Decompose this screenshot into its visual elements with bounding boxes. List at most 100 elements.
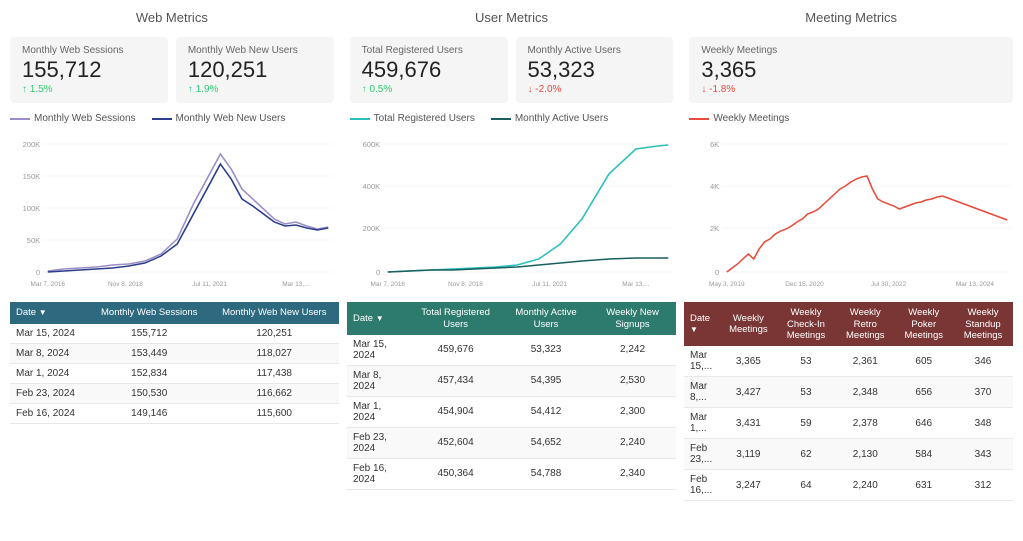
dashboard: Web Metrics Monthly Web Sessions 155,712…	[0, 0, 1023, 541]
table-cell: 150,530	[89, 383, 210, 403]
weekly-meetings-value: 3,365	[701, 58, 1001, 82]
table-cell: 64	[776, 470, 836, 501]
table-cell: 312	[953, 470, 1013, 501]
meeting-date-sort-icon[interactable]: ▼	[690, 325, 698, 334]
meeting-col-date: Date ▼	[684, 302, 721, 346]
total-users-value: 459,676	[362, 58, 496, 82]
table-cell: 605	[894, 346, 953, 377]
tables-row: Date ▼ Monthly Web Sessions Monthly Web …	[10, 302, 1013, 501]
meeting-col-weekly: Weekly Meetings	[721, 302, 776, 346]
svg-text:Jul 11, 2021: Jul 11, 2021	[532, 281, 567, 288]
table-cell: 54,395	[503, 365, 589, 396]
svg-text:Dec 15, 2020: Dec 15, 2020	[786, 281, 825, 288]
user-chart-area: 600K 400K 200K 0 Mar 7, 2016 Nov 8, 2018…	[350, 134, 674, 294]
date-sort-icon[interactable]: ▼	[39, 308, 47, 317]
meeting-col-checkin: Weekly Check-In Meetings	[776, 302, 836, 346]
web-new-users-label: Monthly Web New Users	[188, 45, 322, 56]
active-users-card: Monthly Active Users 53,323 ↓ -2.0%	[516, 37, 674, 103]
table-cell: 54,788	[503, 458, 589, 489]
web-sessions-value: 155,712	[22, 58, 156, 82]
svg-text:150K: 150K	[23, 172, 41, 181]
svg-text:2K: 2K	[710, 224, 719, 233]
table-cell: 118,027	[210, 343, 339, 363]
table-cell: Mar 1, 2024	[10, 363, 89, 383]
meeting-metrics-panel: Meeting Metrics Weekly Meetings 3,365 ↓ …	[689, 10, 1013, 294]
table-cell: 53	[776, 377, 836, 408]
table-cell: 149,146	[89, 403, 210, 423]
table-cell: 53	[776, 346, 836, 377]
meeting-col-poker: Weekly Poker Meetings	[894, 302, 953, 346]
table-row: Mar 8, 2024153,449118,027	[10, 343, 339, 363]
table-cell: 117,438	[210, 363, 339, 383]
table-row: Mar 1, 2024454,90454,4122,300	[347, 396, 676, 427]
table-cell: 2,361	[836, 346, 894, 377]
user-legend-total-line	[350, 118, 370, 120]
web-col-new-users: Monthly Web New Users	[210, 302, 339, 323]
svg-text:50K: 50K	[27, 236, 41, 245]
total-users-label: Total Registered Users	[362, 45, 496, 56]
svg-text:Mar 7, 2016: Mar 7, 2016	[370, 281, 405, 288]
table-cell: Mar 15, 2024	[347, 335, 408, 366]
table-cell: 2,240	[589, 427, 676, 458]
table-cell: 54,412	[503, 396, 589, 427]
svg-text:Mar 13,...: Mar 13,...	[282, 281, 310, 288]
table-cell: 3,247	[721, 470, 776, 501]
total-users-card: Total Registered Users 459,676 ↑ 0.5%	[350, 37, 508, 103]
table-cell: 54,652	[503, 427, 589, 458]
user-legend-active: Monthly Active Users	[491, 113, 608, 124]
table-cell: 62	[776, 439, 836, 470]
meeting-chart-legend: Weekly Meetings	[689, 111, 1013, 126]
svg-text:0: 0	[36, 268, 40, 277]
user-date-sort-icon[interactable]: ▼	[376, 314, 384, 323]
meeting-col-standup: Weekly Standup Meetings	[953, 302, 1013, 346]
table-cell: 2,300	[589, 396, 676, 427]
web-sessions-card: Monthly Web Sessions 155,712 ↑ 1.5%	[10, 37, 168, 103]
user-legend-active-label: Monthly Active Users	[515, 113, 608, 124]
meeting-table-header-row: Date ▼ Weekly Meetings Weekly Check-In M…	[684, 302, 1013, 346]
svg-text:0: 0	[715, 268, 719, 277]
meeting-chart-area: 6K 4K 2K 0 May 3, 2019 Dec 15, 2020 Jul …	[689, 134, 1013, 294]
table-cell: 59	[776, 408, 836, 439]
table-cell: Mar 8, 2024	[10, 343, 89, 363]
weekly-meetings-change: ↓ -1.8%	[701, 84, 1001, 95]
svg-text:Nov 8, 2018: Nov 8, 2018	[108, 281, 143, 288]
meeting-table-body: Mar 15,...3,365532,361605346Mar 8,...3,4…	[684, 346, 1013, 501]
table-row: Mar 15, 2024155,712120,251	[10, 324, 339, 344]
table-row: Mar 15, 2024459,67653,3232,242	[347, 335, 676, 366]
table-cell: 3,119	[721, 439, 776, 470]
svg-text:Mar 7, 2016: Mar 7, 2016	[31, 281, 66, 288]
svg-text:100K: 100K	[23, 204, 41, 213]
weekly-meetings-card: Weekly Meetings 3,365 ↓ -1.8%	[689, 37, 1013, 103]
table-cell: 53,323	[503, 335, 589, 366]
table-cell: Mar 1,...	[684, 408, 721, 439]
table-cell: 457,434	[408, 365, 503, 396]
web-legend-new-users-label: Monthly Web New Users	[176, 113, 286, 124]
meeting-legend-weekly: Weekly Meetings	[689, 113, 789, 124]
table-cell: Mar 1, 2024	[347, 396, 408, 427]
table-cell: 2,130	[836, 439, 894, 470]
web-metrics-panel: Web Metrics Monthly Web Sessions 155,712…	[10, 10, 334, 294]
table-row: Feb 23,...3,119622,130584343	[684, 439, 1013, 470]
svg-text:4K: 4K	[710, 182, 719, 191]
table-cell: 153,449	[89, 343, 210, 363]
user-legend-total-label: Total Registered Users	[374, 113, 475, 124]
meeting-metric-cards: Weekly Meetings 3,365 ↓ -1.8%	[689, 37, 1013, 103]
table-cell: Feb 16,...	[684, 470, 721, 501]
web-col-date: Date ▼	[10, 302, 89, 323]
table-cell: Feb 16, 2024	[10, 403, 89, 423]
charts-row: Web Metrics Monthly Web Sessions 155,712…	[10, 10, 1013, 294]
table-cell: 2,348	[836, 377, 894, 408]
meeting-chart-svg: 6K 4K 2K 0 May 3, 2019 Dec 15, 2020 Jul …	[689, 134, 1013, 294]
web-legend-sessions-label: Monthly Web Sessions	[34, 113, 136, 124]
svg-text:400K: 400K	[362, 182, 380, 191]
meeting-legend-weekly-line	[689, 118, 709, 120]
web-legend-sessions-line	[10, 118, 30, 120]
table-cell: 116,662	[210, 383, 339, 403]
user-table-header-row: Date ▼ Total Registered Users Monthly Ac…	[347, 302, 676, 335]
table-cell: Feb 23, 2024	[347, 427, 408, 458]
web-table-header-row: Date ▼ Monthly Web Sessions Monthly Web …	[10, 302, 339, 323]
web-chart-area: 200K 150K 100K 50K 0 Mar 7, 2016 Nov 8, …	[10, 134, 334, 294]
table-cell: 452,604	[408, 427, 503, 458]
user-legend-active-line	[491, 118, 511, 120]
table-cell: 348	[953, 408, 1013, 439]
